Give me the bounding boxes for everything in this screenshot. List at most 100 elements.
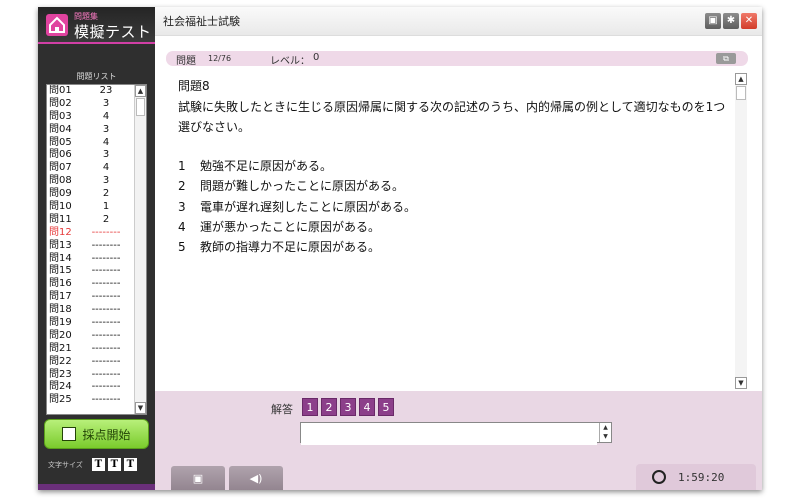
question-list-item-number: 問11 bbox=[49, 213, 72, 225]
answer-input[interactable] bbox=[301, 425, 597, 445]
answer-area: 解答 12345 ▲ ▼ ▣ ◀) 1:59:20 bbox=[155, 391, 762, 490]
question-list-item[interactable]: 問08 3 bbox=[47, 175, 133, 188]
question-list-item-answer: -------- bbox=[91, 278, 121, 290]
question-list-item[interactable]: 問09 2 bbox=[47, 188, 133, 201]
question-list-item-number: 問03 bbox=[49, 110, 72, 122]
scroll-down-icon[interactable]: ▼ bbox=[735, 377, 747, 389]
logo-title: 模擬テスト bbox=[74, 23, 152, 41]
scroll-thumb[interactable] bbox=[136, 98, 145, 116]
question-list-item-answer: 4 bbox=[102, 162, 110, 174]
scroll-up-icon[interactable]: ▲ bbox=[735, 73, 747, 85]
question-list-item[interactable]: 問03 4 bbox=[47, 111, 133, 124]
question-list-item-number: 問21 bbox=[49, 342, 72, 354]
question-list-title: 問題リスト bbox=[76, 72, 117, 81]
answer-spinner[interactable]: ▲ ▼ bbox=[599, 423, 611, 442]
question-list-rows: 問01 23 問02 3 問03 4 問04 3 問05 4 問06 3 問07 4 問08 3 問09 2 問10… bbox=[47, 85, 133, 414]
font-size-large-button[interactable]: T bbox=[123, 458, 137, 471]
left-panel: 問題集 模擬テスト 問題リスト 問01 23 問02 3 問03 4 問04 3 問05 4 問06… bbox=[38, 7, 155, 490]
start-scoring-label: 採点開始 bbox=[82, 427, 131, 442]
font-size-small-button[interactable]: T bbox=[91, 458, 105, 471]
answer-choice-button-4[interactable]: 4 bbox=[359, 398, 375, 416]
question-list-item[interactable]: 問01 23 bbox=[47, 85, 133, 98]
window-toggle-icon[interactable]: ⧉ bbox=[716, 53, 736, 64]
answer-option-number: 2 bbox=[178, 179, 186, 194]
question-list-item[interactable]: 問07 4 bbox=[47, 162, 133, 175]
close-icon[interactable]: ✕ bbox=[741, 13, 757, 29]
question-list-item[interactable]: 問17 -------- bbox=[47, 291, 133, 304]
question-list-item[interactable]: 問12 -------- bbox=[47, 227, 133, 240]
question-list-item-number: 問25 bbox=[49, 394, 72, 406]
question-list-item[interactable]: 問16 -------- bbox=[47, 278, 133, 291]
question-list-item-number: 問24 bbox=[49, 381, 72, 393]
question-list-item[interactable]: 問20 -------- bbox=[47, 330, 133, 343]
question-list-item[interactable]: 問02 3 bbox=[47, 98, 133, 111]
image-tab-button[interactable]: ▣ bbox=[171, 466, 225, 490]
question-list-item-answer: 4 bbox=[102, 136, 110, 148]
question-list-item[interactable]: 問18 -------- bbox=[47, 304, 133, 317]
timer: 1:59:20 bbox=[636, 464, 756, 490]
question-list-item-answer: 3 bbox=[102, 123, 110, 135]
question-list-item[interactable]: 問21 -------- bbox=[47, 343, 133, 356]
stopwatch-icon bbox=[652, 470, 666, 484]
question-list-item-answer: 23 bbox=[99, 85, 113, 96]
answer-choice-button-3[interactable]: 3 bbox=[340, 398, 356, 416]
content-scrollbar[interactable]: ▲ ▼ bbox=[735, 73, 747, 389]
question-number: 12/76 bbox=[208, 54, 232, 63]
question-list-item-number: 問17 bbox=[49, 291, 72, 303]
answer-option-text: 運が悪かったことに原因がある。 bbox=[200, 219, 381, 234]
question-list-item-number: 問22 bbox=[49, 355, 72, 367]
answer-option: 5 教師の指導力不足に原因がある。 bbox=[178, 237, 416, 257]
question-list-item[interactable]: 問10 1 bbox=[47, 201, 133, 214]
question-list-item-number: 問19 bbox=[49, 317, 72, 329]
question-list-item-number: 問04 bbox=[49, 123, 72, 135]
app-logo: 問題集 模擬テスト bbox=[38, 7, 155, 44]
question-list-item-number: 問12 bbox=[49, 226, 72, 238]
start-scoring-button[interactable]: 採点開始 bbox=[44, 419, 149, 449]
pencil-note-icon bbox=[62, 427, 77, 441]
question-list-item-answer: -------- bbox=[91, 329, 121, 341]
question-list-item[interactable]: 問04 3 bbox=[47, 124, 133, 137]
answer-choice-button-2[interactable]: 2 bbox=[321, 398, 337, 416]
question-list-item-number: 問14 bbox=[49, 252, 72, 264]
question-list-item[interactable]: 問13 -------- bbox=[47, 240, 133, 253]
audio-tab-button[interactable]: ◀) bbox=[229, 466, 283, 490]
question-list-item-number: 問18 bbox=[49, 304, 72, 316]
scroll-up-icon[interactable]: ▲ bbox=[135, 85, 146, 97]
question-list-item[interactable]: 問14 -------- bbox=[47, 253, 133, 266]
question-list-item[interactable]: 問22 -------- bbox=[47, 356, 133, 369]
question-list-item-answer: -------- bbox=[91, 252, 121, 264]
question-list-item[interactable]: 問05 4 bbox=[47, 137, 133, 150]
question-title: 問題8 bbox=[178, 79, 210, 93]
font-size-medium-button[interactable]: T bbox=[107, 458, 121, 471]
home-icon bbox=[46, 14, 68, 36]
question-list-item[interactable]: 問06 3 bbox=[47, 149, 133, 162]
image-icon: ▣ bbox=[192, 471, 204, 485]
question-list-item[interactable]: 問19 -------- bbox=[47, 317, 133, 330]
question-list-item-answer: -------- bbox=[91, 304, 121, 316]
question-header: 問題 12/76 レベル： 0 ⧉ bbox=[166, 51, 748, 67]
scroll-down-icon[interactable]: ▼ bbox=[135, 402, 146, 414]
folder-icon[interactable]: ▣ bbox=[705, 13, 721, 29]
answer-option-number: 3 bbox=[178, 199, 186, 214]
question-list-item-number: 問06 bbox=[49, 149, 72, 161]
question-list-item-number: 問16 bbox=[49, 278, 72, 290]
question-list-item[interactable]: 問23 -------- bbox=[47, 369, 133, 382]
title-bar: 社会福祉士試験 ▣ ✱ ✕ bbox=[155, 7, 762, 36]
question-list-item[interactable]: 問24 -------- bbox=[47, 381, 133, 394]
question-list-item-answer: -------- bbox=[91, 355, 121, 367]
answer-option: 1 勉強不足に原因がある。 bbox=[178, 156, 416, 176]
answer-choice-button-5[interactable]: 5 bbox=[378, 398, 394, 416]
gear-icon[interactable]: ✱ bbox=[723, 13, 739, 29]
scroll-thumb[interactable] bbox=[736, 86, 746, 100]
question-list-item[interactable]: 問25 -------- bbox=[47, 394, 133, 407]
question-list-item[interactable]: 問15 -------- bbox=[47, 265, 133, 278]
answer-choice-button-1[interactable]: 1 bbox=[302, 398, 318, 416]
question-list-scrollbar[interactable]: ▲ ▼ bbox=[134, 85, 146, 414]
question-text: 試験に失敗したときに生じる原因帰属に関する次の記述のうち、内的帰属の例として適切… bbox=[178, 100, 726, 134]
question-list-item[interactable]: 問11 2 bbox=[47, 214, 133, 227]
window-controls: ▣ ✱ ✕ bbox=[705, 13, 757, 29]
level-value: 0 bbox=[313, 52, 320, 63]
question-list-item-number: 問07 bbox=[49, 162, 72, 174]
question-list-item-answer: -------- bbox=[91, 265, 121, 277]
answer-option-number: 1 bbox=[178, 159, 186, 173]
